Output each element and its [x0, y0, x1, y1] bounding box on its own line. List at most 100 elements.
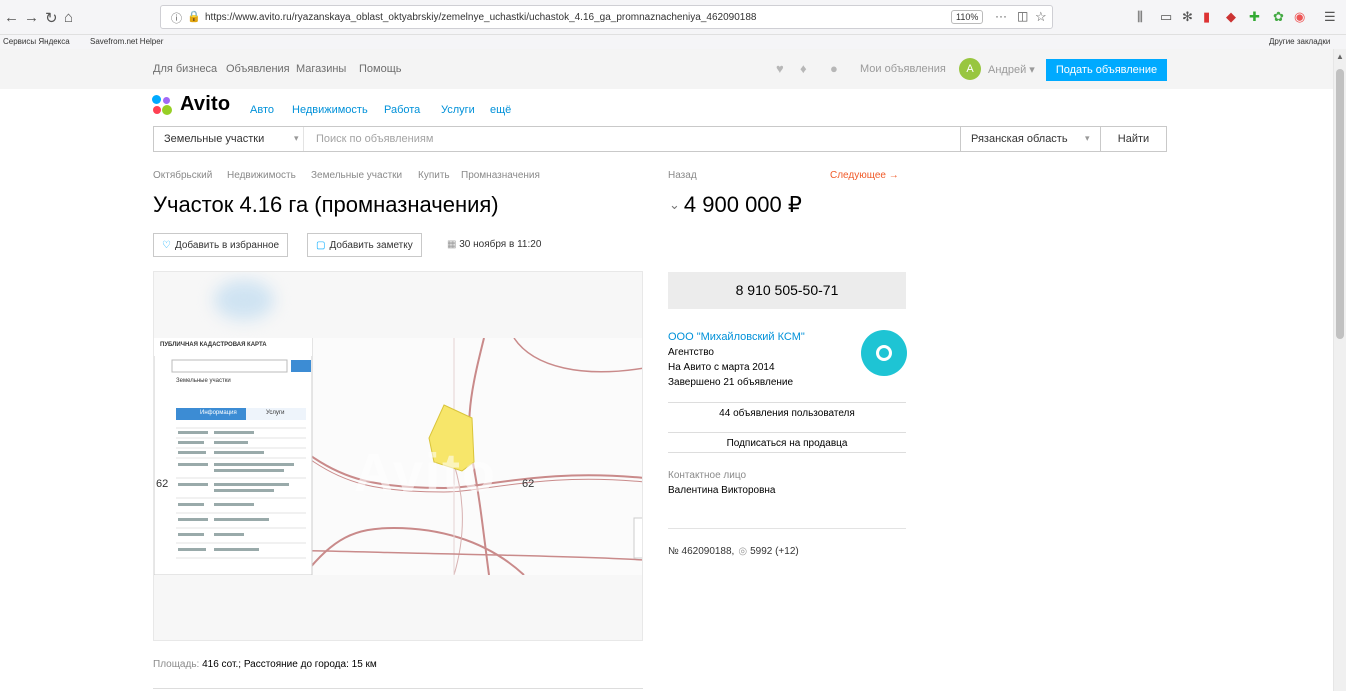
url-text[interactable]: https://www.avito.ru/ryazanskaya_oblast_…: [205, 12, 756, 23]
logo-text: Avito: [180, 93, 231, 115]
contact-name: Валентина Викторовна: [668, 485, 776, 496]
zoom-level[interactable]: 110%: [951, 10, 984, 24]
search-button[interactable]: Найти: [1100, 127, 1166, 151]
ad-meta: № 462090188, ◎ 5992 (+12): [668, 546, 799, 557]
post-ad-button[interactable]: Подать объявление: [1046, 59, 1167, 81]
category-realty[interactable]: Недвижимость: [292, 104, 368, 116]
listing-params: Площадь: 416 сот.; Расстояние до города:…: [153, 659, 377, 670]
reload-icon[interactable]: ↻: [45, 9, 58, 27]
contact-label: Контактное лицо: [668, 470, 747, 481]
breadcrumb-item[interactable]: Недвижимость: [227, 170, 296, 181]
site-info-icon[interactable]: ⓘ: [171, 10, 182, 26]
sidebar-icon[interactable]: ▭: [1160, 9, 1172, 25]
pocket-icon[interactable]: ◫: [1017, 9, 1028, 23]
breadcrumb-item[interactable]: Октябрьский: [153, 170, 212, 181]
breadcrumb-item[interactable]: Купить: [418, 170, 450, 181]
map-tab-info: Информация: [200, 410, 237, 416]
note-icon: ▢: [316, 240, 326, 251]
ad-views: 5992 (+12): [750, 546, 799, 557]
calendar-icon: ▦: [447, 239, 457, 250]
back-link[interactable]: Назад: [668, 170, 697, 181]
category-jobs[interactable]: Работа: [384, 104, 420, 116]
home-icon[interactable]: ⌂: [64, 9, 73, 26]
bookmark-savefrom[interactable]: Savefrom.net Helper: [90, 37, 163, 46]
link-ads[interactable]: Объявления: [226, 63, 290, 75]
seller-completed: Завершено 21 объявление: [668, 377, 794, 388]
map-label-left: 62: [156, 478, 169, 490]
user-menu[interactable]: Андрей ▾: [988, 63, 1035, 76]
bookmark-other[interactable]: Другие закладки: [1269, 37, 1330, 46]
scroll-up-icon[interactable]: ▲: [1336, 52, 1344, 61]
address-bar[interactable]: ⓘ 🔒 https://www.avito.ru/ryazanskaya_obl…: [160, 5, 1053, 29]
lock-icon: 🔒: [187, 11, 201, 23]
extension-red-icon[interactable]: ◆: [1226, 9, 1236, 25]
avatar[interactable]: А: [959, 58, 981, 80]
scrollbar-thumb[interactable]: [1336, 69, 1344, 339]
link-shops[interactable]: Магазины: [296, 63, 346, 75]
notifications-bell-icon[interactable]: ♦: [800, 61, 807, 76]
heart-icon: ♡: [162, 240, 171, 251]
seller-avatar[interactable]: [861, 330, 907, 376]
add-favorite-button[interactable]: ♡ Добавить в избранное: [153, 233, 289, 257]
favorites-heart-icon[interactable]: ♥: [776, 61, 784, 76]
messages-icon[interactable]: ●: [830, 61, 838, 76]
map-panel-title: Земельные участки: [176, 378, 231, 384]
param-label: Площадь:: [153, 659, 200, 670]
extension-icon[interactable]: ✻: [1182, 9, 1193, 25]
page-actions-icon[interactable]: ···: [995, 9, 1007, 23]
add-note-label: Добавить заметку: [329, 240, 413, 251]
listing-photo[interactable]: ПУБЛИЧНАЯ КАДАСТРОВАЯ КАРТА Земельные уч…: [153, 271, 643, 641]
divider: [668, 528, 906, 529]
next-link[interactable]: Следующее →: [830, 170, 899, 181]
category-auto[interactable]: Авто: [250, 104, 274, 116]
my-ads-link[interactable]: Мои объявления: [860, 63, 946, 75]
price[interactable]: ⌄ 4 900 000 ₽: [669, 192, 802, 218]
forward-icon[interactable]: →: [24, 9, 39, 26]
page-title: Участок 4.16 га (промназначения): [153, 192, 499, 217]
breadcrumb-item[interactable]: Земельные участки: [311, 170, 402, 181]
breadcrumb-item[interactable]: Промназначения: [461, 170, 540, 181]
page-scrollbar[interactable]: ▲: [1333, 49, 1346, 691]
seller-ads-link[interactable]: 44 объявления пользователя: [668, 402, 906, 423]
avito-watermark: Avito: [354, 443, 497, 503]
link-business[interactable]: Для бизнеса: [153, 63, 217, 75]
seller-type: Агентство: [668, 347, 714, 358]
photo-blur: [214, 280, 274, 320]
page: Для бизнеса Объявления Магазины Помощь ♥…: [0, 49, 1333, 691]
eye-icon: ◎: [738, 546, 748, 557]
seller-name-link[interactable]: ООО "Михайловский КСМ": [668, 331, 805, 343]
show-phone-button[interactable]: 8 910 505-50-71: [668, 272, 906, 309]
library-icon[interactable]: ⫼: [1137, 9, 1143, 25]
posted-date: ▦ 30 ноября в 11:20: [447, 239, 541, 250]
region-select-value: Рязанская область: [971, 133, 1068, 145]
back-icon[interactable]: ←: [4, 9, 19, 26]
param-value: 416 сот.; Расстояние до города: 15 км: [202, 659, 377, 670]
category-select[interactable]: Земельные участки ▾: [154, 127, 304, 151]
region-select[interactable]: Рязанская область ▾: [960, 127, 1100, 151]
chevron-down-icon: ▾: [1085, 133, 1090, 143]
add-note-button[interactable]: ▢ Добавить заметку: [307, 233, 422, 257]
bookmarks-bar: Сервисы Яндекса Savefrom.net Helper Друг…: [0, 35, 1346, 49]
category-more[interactable]: ещё: [490, 104, 511, 116]
menu-icon[interactable]: ☰: [1324, 9, 1336, 25]
seller-since: На Авито с марта 2014: [668, 362, 775, 373]
posted-date-text: 30 ноября в 11:20: [459, 239, 542, 250]
search-input[interactable]: Поиск по объявлениям: [316, 133, 433, 145]
price-value: 4 900 000 ₽: [683, 192, 802, 217]
ad-id: № 462090188,: [668, 546, 735, 557]
category-services[interactable]: Услуги: [441, 104, 475, 116]
link-help[interactable]: Помощь: [359, 63, 402, 75]
extension-green-icon[interactable]: ✚: [1249, 9, 1260, 25]
divider: [153, 688, 643, 689]
seller-logo-icon: [876, 345, 892, 361]
extension-flag-icon[interactable]: ▮: [1203, 9, 1210, 25]
subscribe-button[interactable]: Подписаться на продавца: [668, 432, 906, 453]
chevron-down-icon: ▾: [294, 133, 299, 143]
extension-leaf-icon[interactable]: ✿: [1273, 9, 1284, 25]
bookmark-star-icon[interactable]: ☆: [1035, 9, 1047, 25]
search-bar: Земельные участки ▾ Поиск по объявлениям…: [153, 126, 1167, 152]
extension-circle-icon[interactable]: ◉: [1294, 9, 1305, 25]
bookmark-yandex[interactable]: Сервисы Яндекса: [3, 37, 70, 46]
user-name: Андрей: [988, 64, 1027, 76]
browser-toolbar: ← → ↻ ⌂ ⓘ 🔒 https://www.avito.ru/ryazans…: [0, 0, 1346, 35]
